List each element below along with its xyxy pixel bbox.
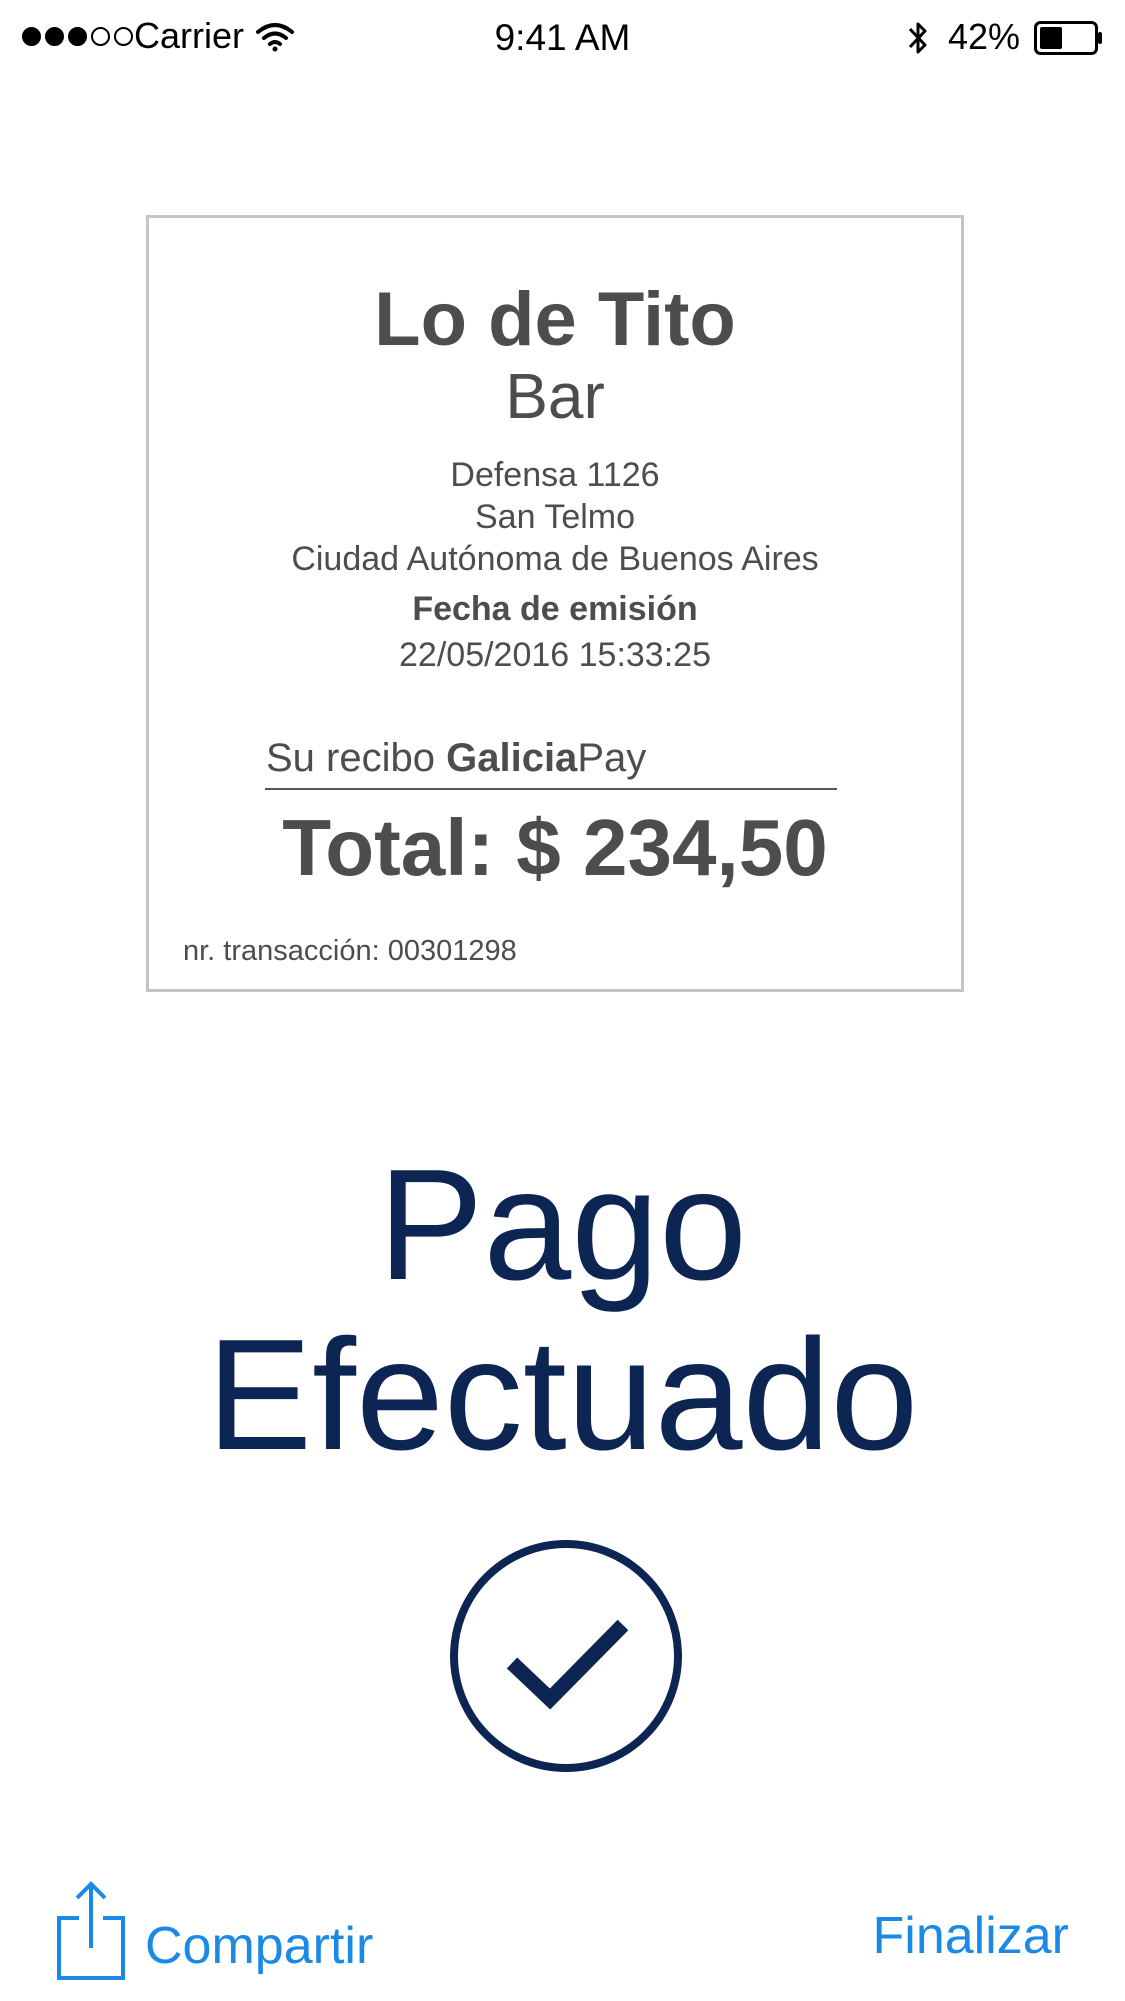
address-line: Ciudad Autónoma de Buenos Aires — [291, 540, 819, 578]
checkmark-circle-icon — [450, 1540, 682, 1772]
brand-name-regular: Pay — [577, 736, 647, 780]
payment-status-title: Pago Efectuado — [0, 1140, 1125, 1480]
total-amount: Total: $ 234,50 — [282, 803, 828, 892]
transaction-number: nr. transacción: 00301298 — [183, 935, 517, 967]
brand-name-bold: Galicia — [446, 736, 578, 780]
receipt-card: Lo de Tito Bar Defensa 1126 San Telmo Ci… — [146, 215, 964, 992]
status-bar: Carrier 9:41 AM 42% — [0, 0, 1125, 80]
share-button[interactable]: Compartir — [55, 1880, 373, 1980]
receipt-heading-prefix: Su recibo — [266, 736, 447, 780]
issue-date-value: 22/05/2016 15:33:25 — [399, 636, 711, 674]
share-icon — [57, 1881, 125, 1980]
divider — [265, 788, 837, 790]
status-title-line: Pago — [377, 1137, 747, 1313]
bluetooth-icon — [908, 22, 927, 54]
battery-percent: 42% — [948, 16, 1021, 57]
status-title-line: Efectuado — [206, 1307, 919, 1483]
address-line: San Telmo — [474, 498, 636, 536]
battery-icon — [1034, 21, 1102, 55]
address-line: Defensa 1126 — [450, 456, 660, 494]
receipt-heading: Su recibo GaliciaPay — [266, 736, 646, 781]
merchant-name: Lo de Tito — [374, 277, 736, 362]
finish-button[interactable]: Finalizar — [873, 1910, 1070, 1962]
issue-date-label: Fecha de emisión — [412, 590, 698, 628]
share-label: Compartir — [145, 1917, 374, 1975]
merchant-type: Bar — [505, 360, 605, 432]
merchant-address: Defensa 1126 San Telmo Ciudad Autónoma d… — [149, 454, 961, 580]
